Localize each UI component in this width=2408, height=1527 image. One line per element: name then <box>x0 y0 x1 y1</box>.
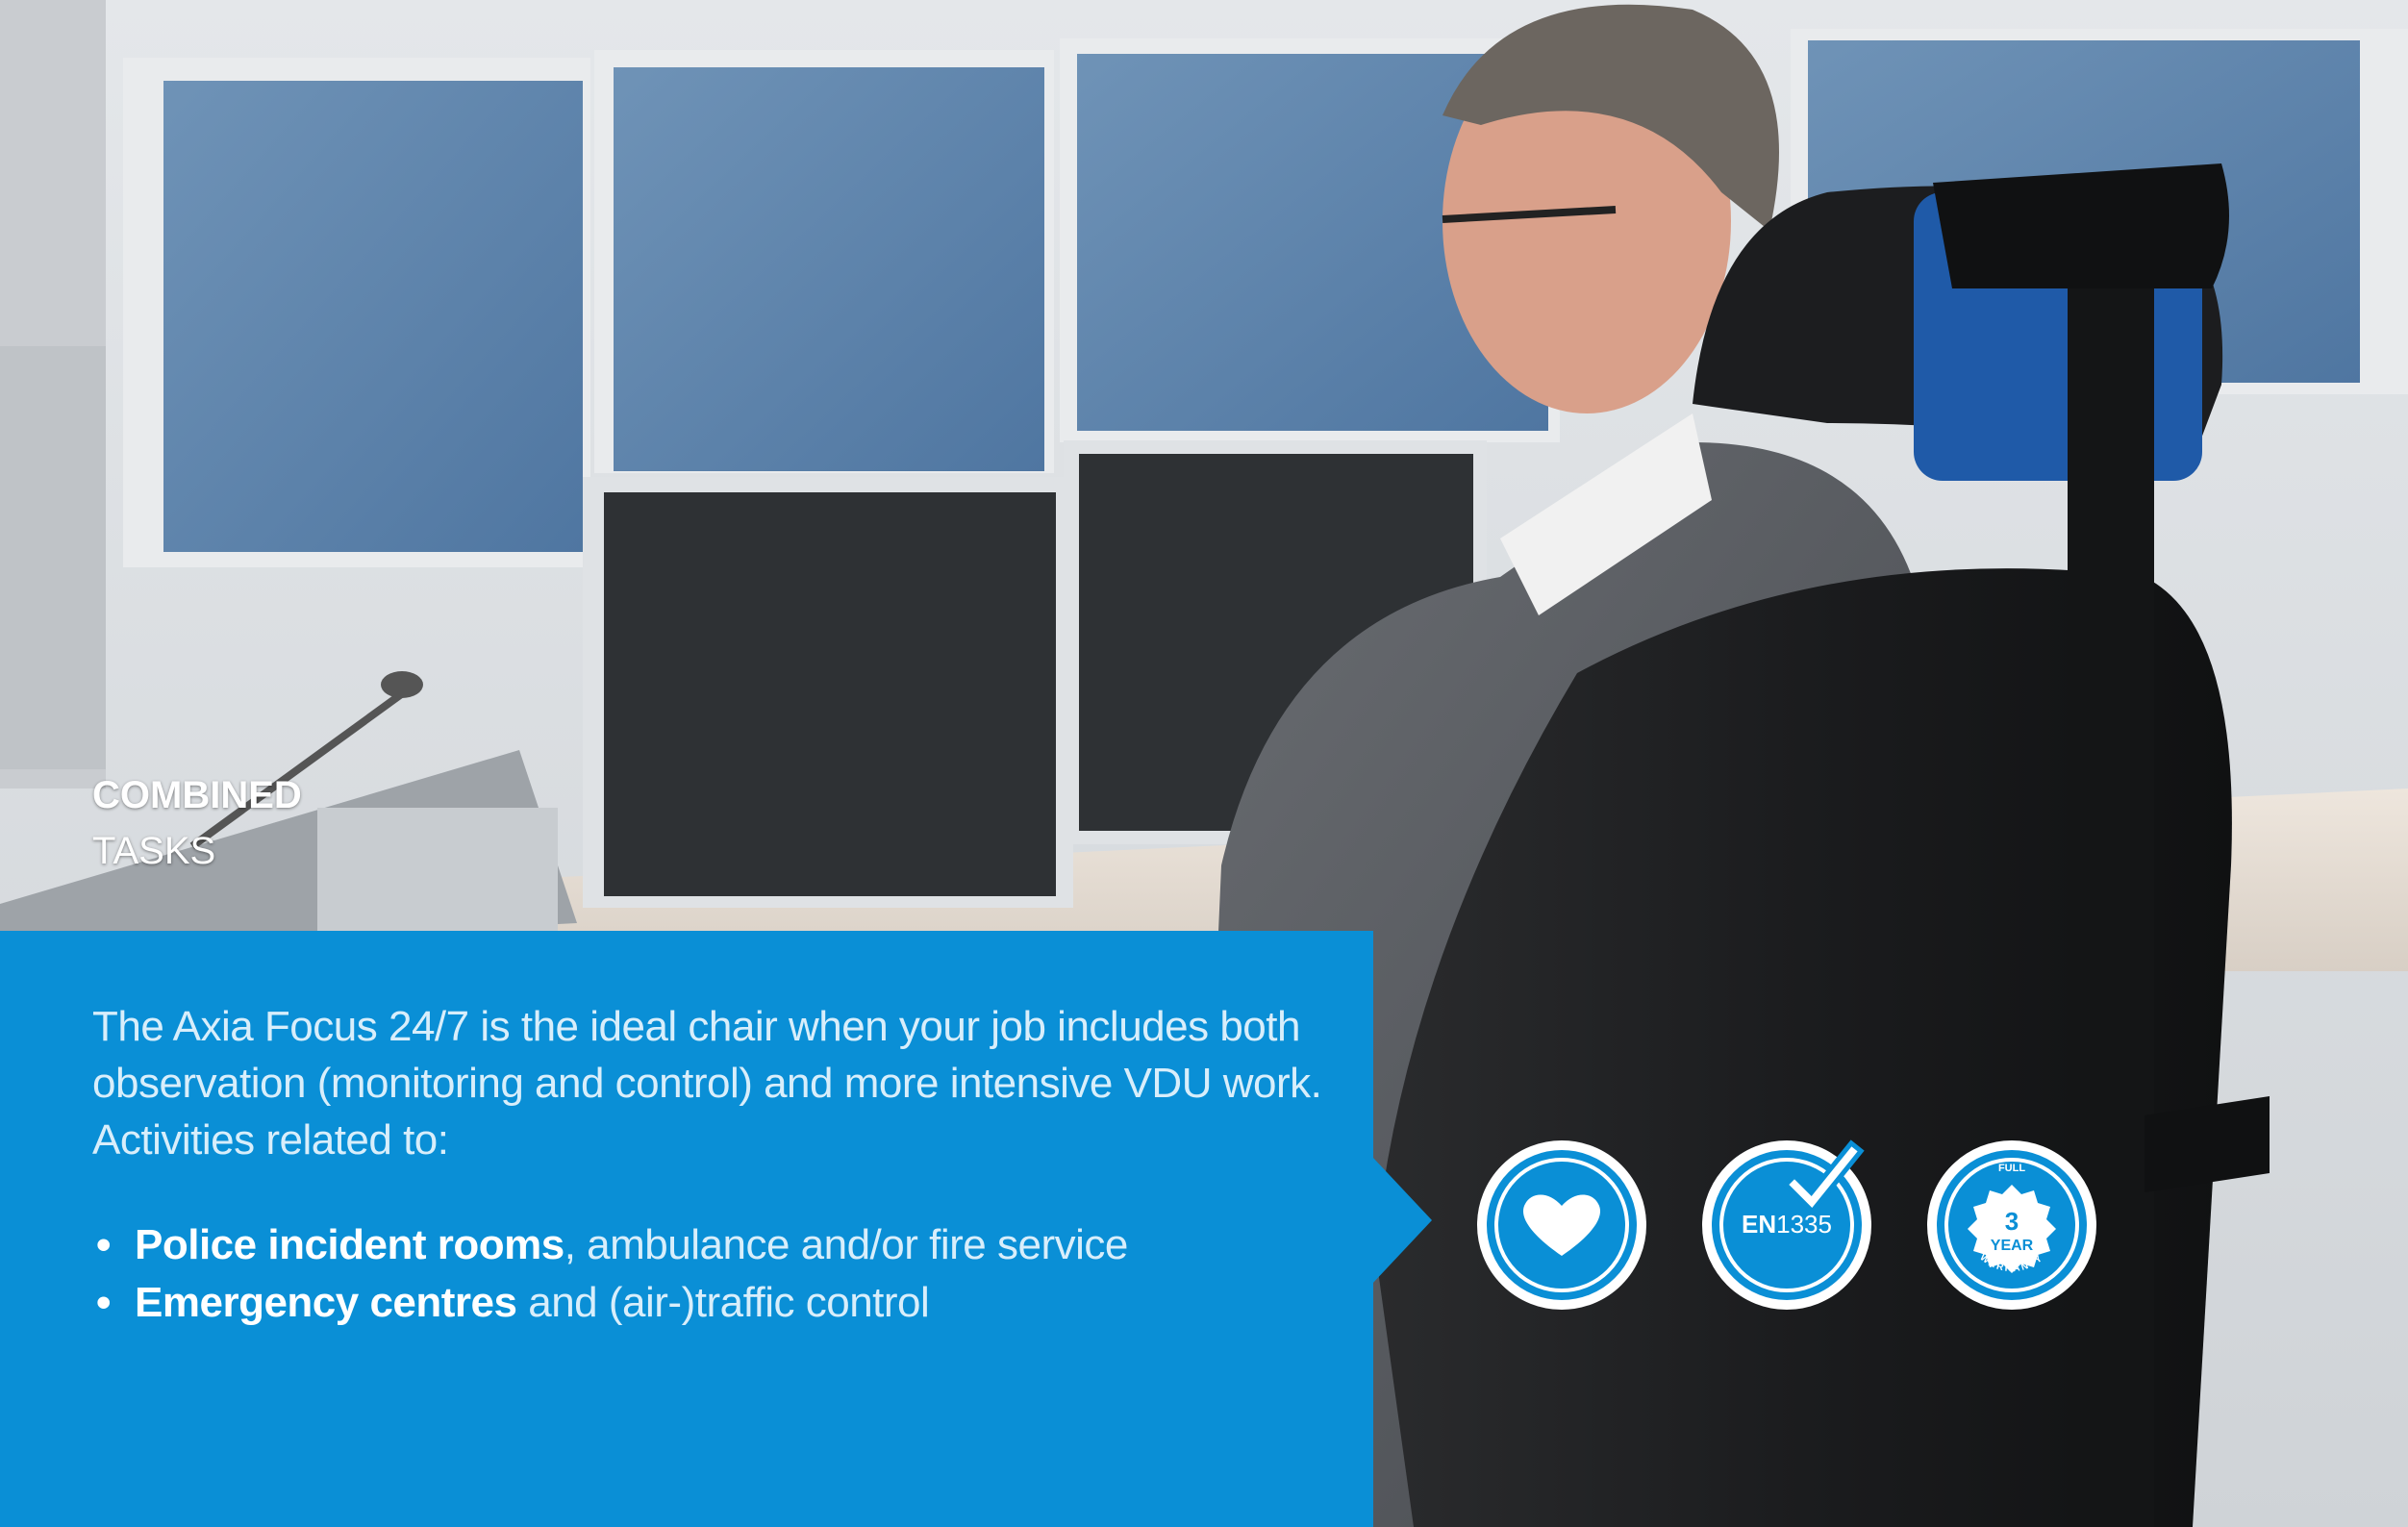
heart-icon <box>1522 1194 1601 1256</box>
checkmark-icon <box>1782 1139 1865 1215</box>
en1335-badge: EN1335 <box>1702 1139 1871 1310</box>
list-item: • Police incident rooms, ambulance and/o… <box>92 1216 1128 1274</box>
section-heading: COMBINED TASKS <box>92 767 302 879</box>
list-item-bold: Police incident rooms <box>135 1221 564 1268</box>
warranty-badge: FULL 3 YEAR WARRANTY <box>1927 1140 2096 1310</box>
bullet-dot: • <box>96 1279 111 1326</box>
warranty-top-text: FULL <box>1998 1163 2025 1174</box>
list-item: • Emergency centres and (air-)traffic co… <box>92 1274 1128 1332</box>
activity-list: • Police incident rooms, ambulance and/o… <box>92 1216 1128 1332</box>
list-item-bold: Emergency centres <box>135 1279 517 1326</box>
warranty-seal-icon: FULL 3 YEAR WARRANTY <box>1968 1163 2056 1274</box>
warranty-unit: YEAR <box>1991 1238 2034 1254</box>
heading-line-combined: COMBINED <box>92 774 302 816</box>
intro-paragraph: The Axia Focus 24/7 is the ideal chair w… <box>92 1003 1322 1164</box>
list-item-rest: , ambulance and/or fire service <box>564 1221 1129 1268</box>
heading-line-tasks: TASKS <box>92 830 216 872</box>
panel-pointer-arrow <box>1372 1157 1432 1284</box>
list-item-rest: and (air-)traffic control <box>516 1279 930 1326</box>
bullet-dot: • <box>96 1221 111 1268</box>
warranty-number: 3 <box>2005 1207 2019 1236</box>
heart-badge <box>1477 1140 1646 1310</box>
